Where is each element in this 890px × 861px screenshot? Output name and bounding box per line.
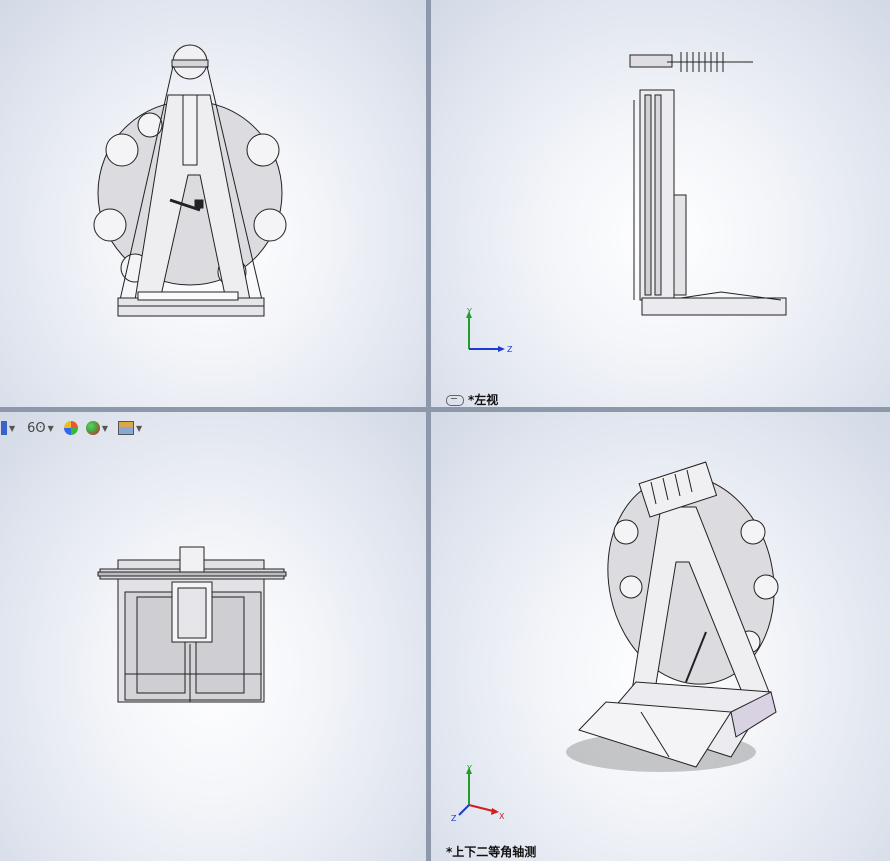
viewport-label-left: *左视	[446, 391, 498, 407]
top-view-model	[97, 546, 287, 703]
viewport-isometric[interactable]: Y X Z *上下二等角轴测	[431, 412, 890, 861]
link-views-icon[interactable]	[446, 395, 464, 406]
viewport-left[interactable]: Y Z *左视	[431, 0, 890, 407]
axis-label-y: Y	[466, 307, 472, 316]
front-view-model	[93, 44, 287, 317]
view-name: *左视	[468, 393, 499, 407]
viewport-label-isometric: *上下二等角轴测	[446, 845, 537, 859]
viewport-front[interactable]	[0, 0, 426, 407]
triad-isometric: Y X Z	[451, 765, 505, 823]
triad-left: Y Z	[466, 307, 513, 354]
viewport-top[interactable]: ▼ 6ʘ ▼ ▼ ▼	[0, 412, 426, 861]
axis-label-y: Y	[466, 765, 472, 773]
axis-label-x: X	[499, 812, 505, 821]
axis-label-z: Z	[507, 345, 513, 354]
axis-label-z: Z	[451, 814, 457, 823]
